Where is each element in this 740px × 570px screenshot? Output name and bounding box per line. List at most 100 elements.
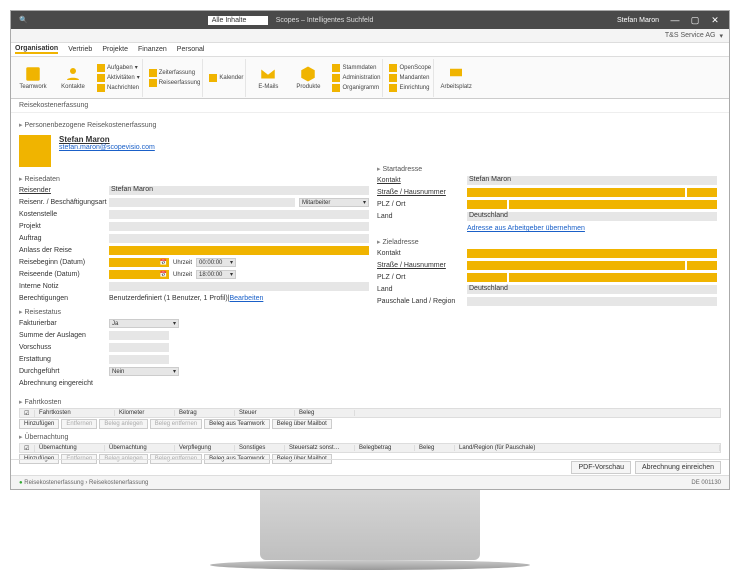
btn-fahrt-beleg-anlegen[interactable]: Beleg anlegen bbox=[99, 419, 147, 429]
section-reisedaten: Reisedaten bbox=[19, 175, 369, 183]
field-interne-notiz[interactable] bbox=[109, 282, 369, 291]
field-ziel-ort[interactable] bbox=[509, 273, 717, 282]
tab-organisation[interactable]: Organisation bbox=[15, 45, 58, 54]
field-ziel-plz[interactable] bbox=[467, 273, 507, 282]
maximize-button[interactable]: ▢ bbox=[685, 15, 705, 26]
field-ziel-land[interactable]: Deutschland bbox=[467, 285, 717, 294]
table-uebernachtung-header: ☑ Übernachtung Übernachtung Verpflegung … bbox=[19, 443, 721, 453]
ribbon-reiseerfassung[interactable]: Reiseerfassung bbox=[149, 79, 201, 87]
label-kostenstelle: Kostenstelle bbox=[19, 211, 109, 218]
btn-pdf-vorschau[interactable]: PDF-Vorschau bbox=[571, 461, 631, 474]
btn-fahrt-beleg-teamwork[interactable]: Beleg aus Teamwork bbox=[204, 419, 270, 429]
tab-personal[interactable]: Personal bbox=[177, 46, 205, 53]
label-fakturierbar: Fakturierbar bbox=[19, 320, 109, 327]
ribbon-organigramm[interactable]: Organigramm bbox=[332, 84, 380, 92]
ribbon-emails[interactable]: E-Mails bbox=[250, 59, 286, 97]
combo-beschaeftigungsart[interactable]: Mitarbeiter▾ bbox=[299, 198, 369, 207]
field-anlass[interactable] bbox=[109, 246, 369, 255]
calendar-icon[interactable]: 📅 bbox=[160, 271, 167, 278]
person-email[interactable]: stefan.maron@scopevisio.com bbox=[59, 144, 155, 151]
field-ziel-hausnr[interactable] bbox=[687, 261, 717, 270]
tab-projekte[interactable]: Projekte bbox=[102, 46, 128, 53]
ribbon-mandanten[interactable]: Mandanten bbox=[389, 74, 431, 82]
btn-fahrt-beleg-mailbot[interactable]: Beleg über Mailbot bbox=[272, 419, 332, 429]
person-name[interactable]: Stefan Maron bbox=[59, 135, 155, 144]
tab-vertrieb[interactable]: Vertrieb bbox=[68, 46, 92, 53]
label-erstattung: Erstattung bbox=[19, 356, 109, 363]
title-bar: 🔍 Alle Inhalte Scopes – Intelligentes Su… bbox=[11, 11, 729, 29]
ribbon-produkte[interactable]: Produkte bbox=[290, 59, 326, 97]
field-ziel-strasse[interactable] bbox=[467, 261, 685, 270]
combo-fakturierbar[interactable]: Ja▾ bbox=[109, 319, 179, 328]
combo-durchgefuehrt[interactable]: Nein▾ bbox=[109, 367, 179, 376]
btn-fahrt-beleg-entfernen[interactable]: Beleg entfernen bbox=[150, 419, 202, 429]
ribbon-einrichtung[interactable]: Einrichtung bbox=[389, 84, 431, 92]
breadcrumb: Reisekostenerfassung bbox=[11, 99, 729, 113]
field-pauschale[interactable] bbox=[467, 297, 717, 306]
field-start-hausnr[interactable] bbox=[687, 188, 717, 197]
label-reisebeginn: Reisebeginn (Datum) bbox=[19, 259, 109, 266]
label-start-strasse: Straße / Hausnummer bbox=[377, 189, 467, 196]
field-reisender[interactable]: Stefan Maron bbox=[109, 186, 369, 195]
field-summe bbox=[109, 331, 169, 340]
tab-finanzen[interactable]: Finanzen bbox=[138, 46, 167, 53]
label-ziel-plz: PLZ / Ort bbox=[377, 274, 467, 281]
label-pauschale: Pauschale Land / Region bbox=[377, 298, 467, 305]
ribbon-nachrichten[interactable]: Nachrichten bbox=[97, 84, 140, 92]
field-ziel-kontakt[interactable] bbox=[467, 249, 717, 258]
company-bar: T&S Service AG ▾ bbox=[11, 29, 729, 43]
ribbon-openscope[interactable]: OpenScope bbox=[389, 64, 431, 72]
field-start-land[interactable]: Deutschland bbox=[467, 212, 717, 221]
section-reisestatus: Reisestatus bbox=[19, 308, 369, 316]
ribbon-arbeitsplatz[interactable]: Arbeitsplatz bbox=[438, 59, 474, 97]
ribbon-aufgaben[interactable]: Aufgaben ▾ bbox=[97, 64, 140, 72]
link-adresse-uebernehmen[interactable]: Adresse aus Arbeitgeber übernehmen bbox=[467, 225, 585, 232]
ribbon-kalender[interactable]: Kalender bbox=[209, 74, 243, 82]
search-scope[interactable]: Alle Inhalte bbox=[208, 16, 268, 25]
calendar-icon[interactable]: 📅 bbox=[160, 259, 167, 266]
status-path: Reisekostenerfassung › Reisekostenerfass… bbox=[24, 480, 148, 486]
field-start-ort[interactable] bbox=[509, 200, 717, 209]
section-startadresse: Startadresse bbox=[377, 165, 717, 173]
field-auftrag[interactable] bbox=[109, 234, 369, 243]
label-ziel-strasse: Straße / Hausnummer bbox=[377, 262, 467, 269]
person-badge-icon bbox=[19, 135, 51, 167]
section-uebernachtung: Übernachtung bbox=[19, 433, 721, 441]
close-button[interactable]: ✕ bbox=[705, 15, 725, 26]
ribbon-stammdaten[interactable]: Stammdaten bbox=[332, 64, 380, 72]
label-berechtigungen: Berechtigungen bbox=[19, 295, 109, 302]
field-reiseende-time[interactable]: 18:00:00▾ bbox=[196, 270, 236, 279]
field-start-kontakt[interactable]: Stefan Maron bbox=[467, 176, 717, 185]
ribbon-aktivitaeten[interactable]: Aktivitäten ▾ bbox=[97, 74, 140, 82]
minimize-button[interactable]: — bbox=[665, 15, 685, 25]
label-auftrag: Auftrag bbox=[19, 235, 109, 242]
field-reisenr[interactable] bbox=[109, 198, 295, 207]
field-start-plz[interactable] bbox=[467, 200, 507, 209]
label-start-kontakt: Kontakt bbox=[377, 177, 467, 184]
field-projekt[interactable] bbox=[109, 222, 369, 231]
ribbon-teamwork[interactable]: Teamwork bbox=[15, 59, 51, 97]
label-ziel-kontakt: Kontakt bbox=[377, 250, 467, 257]
label-vorschuss: Vorschuss bbox=[19, 344, 109, 351]
field-vorschuss[interactable] bbox=[109, 343, 169, 352]
ribbon-kontakte[interactable]: Kontakte bbox=[55, 59, 91, 97]
label-ziel-land: Land bbox=[377, 286, 467, 293]
field-start-strasse[interactable] bbox=[467, 188, 685, 197]
table-fahrtkosten-header: ☑ Fahrtkosten Kilometer Betrag Steuer Be… bbox=[19, 408, 721, 418]
search-icon[interactable]: 🔍 bbox=[19, 16, 28, 24]
user-name[interactable]: Stefan Maron bbox=[617, 17, 659, 24]
btn-fahrt-entfernen[interactable]: Entfernen bbox=[61, 419, 97, 429]
ribbon-administration[interactable]: Administration bbox=[332, 74, 380, 82]
btn-abrechnung-einreichen[interactable]: Abrechnung einreichen bbox=[635, 461, 721, 474]
section-zieladresse: Zieladresse bbox=[377, 238, 717, 246]
link-bearbeiten[interactable]: Bearbeiten bbox=[230, 295, 264, 302]
field-kostenstelle[interactable] bbox=[109, 210, 369, 219]
field-erstattung bbox=[109, 355, 169, 364]
field-reiseende-date[interactable]: 📅 bbox=[109, 270, 169, 279]
ribbon-tabs: Organisation Vertrieb Projekte Finanzen … bbox=[11, 43, 729, 57]
ribbon-zeiterfassung[interactable]: Zeiterfassung bbox=[149, 69, 201, 77]
field-reisebeginn-date[interactable]: 📅 bbox=[109, 258, 169, 267]
btn-fahrt-hinzufuegen[interactable]: Hinzufügen bbox=[19, 419, 59, 429]
field-reisebeginn-time[interactable]: 00:00:00▾ bbox=[196, 258, 236, 267]
company-label[interactable]: T&S Service AG bbox=[665, 32, 716, 39]
